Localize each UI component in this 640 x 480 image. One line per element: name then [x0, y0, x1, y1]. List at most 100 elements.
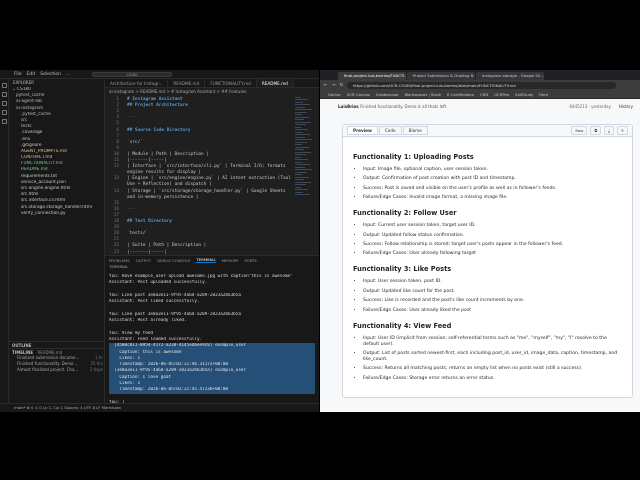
outline-section[interactable]: OUTLINE — [9, 341, 104, 348]
bookmark-item[interactable]: Workspaces | Slack — [405, 92, 442, 97]
extensions-icon[interactable] — [2, 119, 7, 124]
section-heading: Functionality 4: View Feed — [353, 321, 452, 330]
editor-tab[interactable]: FUNCTIONALITY.md — [205, 79, 257, 87]
bookmark-item[interactable]: SelfStudy — [515, 92, 533, 97]
commit-message[interactable]: Finished functionality. Demo is all that… — [360, 104, 447, 109]
forward-icon[interactable]: → — [331, 83, 336, 88]
bottom-panel: PROBLEMS OUTPUT DEBUG CONSOLE TERMINAL MEMOR… — [105, 255, 319, 405]
code-line: --- — [127, 206, 135, 212]
panel-tab[interactable]: PORTS — [244, 258, 256, 263]
command-center-search[interactable]: CS180 — [92, 72, 172, 77]
list-item: Success: Returns all matching posts; ret… — [363, 366, 622, 372]
minimap[interactable] — [293, 95, 313, 255]
line-number: 10 — [113, 151, 119, 157]
explorer-icon[interactable] — [2, 83, 7, 88]
bookmark-item[interactable]: UCRPeo — [494, 92, 509, 97]
list-item: Failure/Edge Cases: Invalid image format… — [363, 195, 622, 201]
bookmark-item[interactable]: Gradescope — [376, 92, 399, 97]
explorer-item[interactable]: verify_connection.py — [9, 211, 104, 217]
line-number: 23 — [113, 249, 119, 255]
history-link[interactable]: History — [619, 102, 633, 111]
bookmark-item[interactable]: CRD — [480, 92, 488, 97]
minimap-line — [295, 149, 304, 150]
panel-tab[interactable]: MEMORY — [222, 258, 239, 263]
list-item: Input: Image file, optional caption, use… — [363, 167, 622, 173]
tab-preview[interactable]: Preview — [347, 126, 378, 135]
minimap-line — [295, 96, 301, 98]
explorer-item-label: .env — [21, 136, 31, 142]
minimap-line — [295, 141, 307, 143]
minimap-line — [295, 184, 306, 185]
list-item: Failure/Edge Cases: User already liked t… — [363, 308, 622, 314]
panel-tab[interactable]: PROBLEMS — [109, 258, 130, 263]
menu-item[interactable]: Edit — [27, 72, 36, 77]
menu-item[interactable]: ... — [66, 72, 70, 77]
line-number: 20 — [113, 231, 119, 237]
list-item: Input: User session token, post ID. — [363, 279, 622, 285]
back-icon[interactable]: ← — [323, 83, 328, 88]
explorer-item-label: ai-agent-lab — [16, 99, 42, 105]
minimap-line — [295, 171, 307, 173]
search-icon[interactable] — [2, 92, 7, 97]
browser-tab[interactable]: final-project-luis-barrios/FUNCTI... — [338, 72, 406, 80]
explorer-item-label: .gitignore — [21, 142, 42, 148]
tab-blame[interactable]: Blame — [402, 126, 428, 135]
bookmark-item[interactable]: UCR Canvas — [347, 92, 370, 97]
copy-icon[interactable]: ⧉ — [590, 126, 602, 135]
code-line: `src/` — [127, 139, 143, 145]
line-number: 4 — [116, 115, 119, 121]
minimap-line — [295, 161, 303, 163]
line-number: 14 — [113, 188, 119, 194]
bookmark-item[interactable]: R Certification — [447, 92, 474, 97]
code-line: |-------|-----| — [127, 158, 167, 163]
editor-tab[interactable]: README.md — [168, 79, 206, 87]
minimap-line — [295, 101, 303, 103]
latest-commit: LuisBrios Finished functionality. Demo i… — [338, 102, 633, 111]
run-debug-icon[interactable] — [2, 110, 7, 115]
panel-tab[interactable]: TERMINAL — [196, 257, 216, 263]
minimap-line — [295, 129, 308, 130]
browser-tab[interactable]: Project Submission & Grading R... — [407, 72, 475, 80]
code-line: ## Source Code Directory — [127, 127, 191, 133]
minimap-line — [295, 109, 312, 110]
download-icon[interactable]: ⤓ — [604, 126, 614, 135]
list-item: Output: Updated like count for the post. — [363, 289, 622, 295]
minimap-line — [295, 131, 303, 133]
edit-icon[interactable]: ✎ — [616, 126, 628, 135]
editor-tab[interactable]: Architecture for Instagr... — [105, 79, 169, 87]
panel-tabs: PROBLEMS OUTPUT DEBUG CONSOLE TERMINAL MEMOR… — [105, 256, 319, 264]
timeline-section[interactable]: TIMELINE README.md — [9, 348, 104, 355]
file-viewer: Preview Code Blame Raw ⧉ ⤓ ✎ Functionali… — [342, 124, 633, 398]
commit-author[interactable]: LuisBrios — [338, 104, 359, 109]
minimap-line — [295, 194, 310, 195]
line-number: 2 — [116, 103, 119, 109]
minimap-line — [295, 181, 311, 183]
section-heading: Functionality 3: Like Posts — [353, 265, 452, 274]
minimap-line — [295, 139, 312, 140]
activity-bar — [0, 79, 9, 403]
explorer-item-label: verify_connection.py — [21, 210, 66, 216]
panel-tab[interactable]: OUTPUT — [136, 258, 151, 263]
raw-button[interactable]: Raw — [571, 126, 588, 135]
bookmark-item[interactable]: Rent — [539, 92, 548, 97]
list-item: Input: Current user session token, targe… — [363, 223, 622, 229]
menu-item[interactable]: File — [14, 72, 22, 77]
terminal-output[interactable]: You: Have example_user upload awesome.jp… — [105, 270, 319, 410]
url-input[interactable]: https://github.com/UCR-CS180/final-proje… — [347, 81, 616, 89]
code-line: | Suite | Path | Description | — [127, 243, 207, 249]
browser-tab-strip: final-project-luis-barrios/FUNCTI... Proj… — [320, 70, 640, 80]
menu-item[interactable]: Selection — [40, 72, 61, 77]
timeline-message: Finalized submission docume... — [17, 355, 80, 360]
source-control-icon[interactable] — [2, 101, 7, 106]
browser-tab[interactable]: instagram-storage - Google Sh... — [476, 72, 544, 80]
panel-tab[interactable]: DEBUG CONSOLE — [157, 258, 190, 263]
editor-tab[interactable]: README.md — [256, 79, 294, 87]
minimap-line — [295, 144, 302, 145]
bookmark-item[interactable]: Gdrive — [328, 92, 341, 97]
line-number: 6 — [116, 127, 119, 133]
timeline-item[interactable]: Almost finalized project. Cha... 2 days — [9, 367, 104, 373]
reload-icon[interactable]: ↻ — [339, 83, 344, 88]
code-editor[interactable]: 1 # Instagram Assistant 2 ## Project Archit… — [105, 95, 319, 255]
tab-code[interactable]: Code — [378, 126, 402, 135]
code-line: --- — [127, 115, 135, 121]
